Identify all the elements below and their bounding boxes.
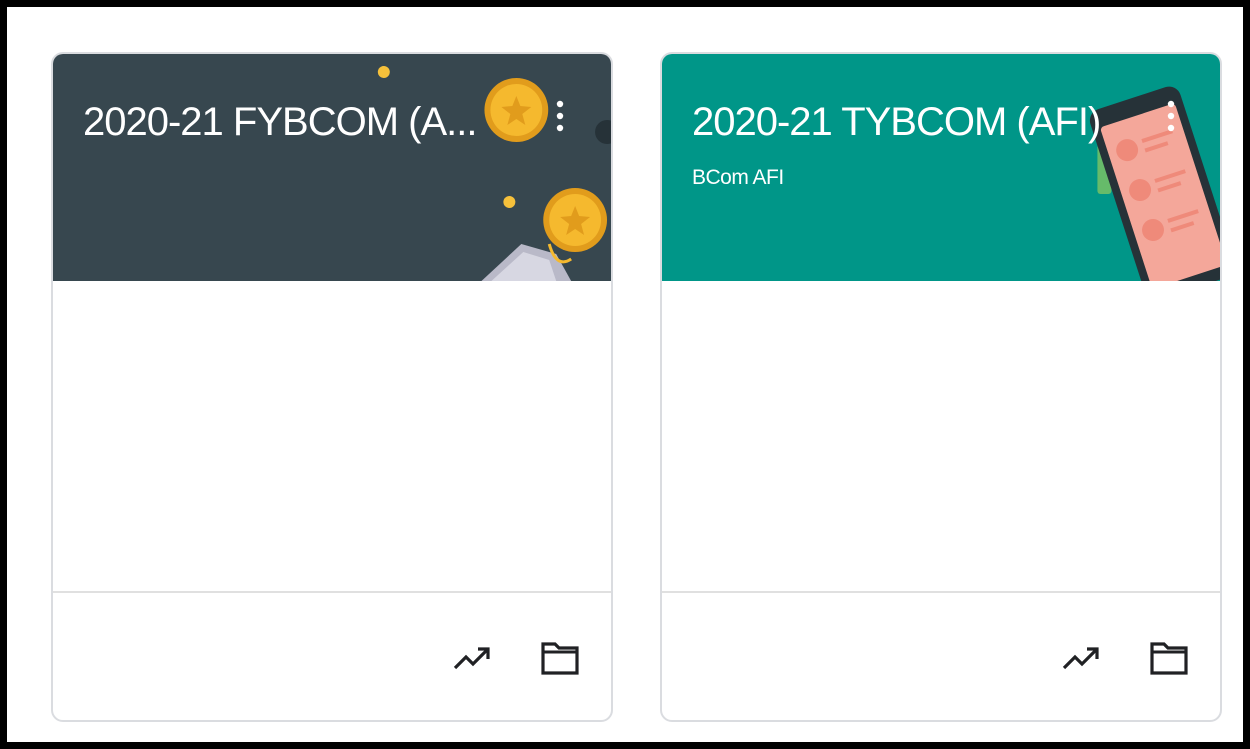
class-card-body — [53, 281, 611, 593]
trending-up-icon[interactable] — [1058, 635, 1104, 681]
screenshot-frame: 2020-21 FYBCOM (A... 2020-21 TYBCOM (AFI… — [0, 0, 1250, 749]
folder-icon[interactable] — [537, 635, 583, 681]
class-card-footer — [662, 593, 1220, 720]
folder-icon[interactable] — [1146, 635, 1192, 681]
class-card[interactable]: 2020-21 TYBCOM (AFI) BCom AFI — [660, 52, 1222, 722]
class-card[interactable]: 2020-21 FYBCOM (A... — [51, 52, 613, 722]
more-vert-icon[interactable] — [545, 94, 575, 138]
trending-up-icon[interactable] — [449, 635, 495, 681]
coins-illustration — [377, 66, 611, 281]
class-title[interactable]: 2020-21 FYBCOM (A... — [83, 92, 476, 152]
class-card-banner[interactable]: 2020-21 TYBCOM (AFI) BCom AFI — [662, 54, 1220, 281]
class-card-banner[interactable]: 2020-21 FYBCOM (A... — [53, 54, 611, 281]
class-card-body — [662, 281, 1220, 593]
class-title[interactable]: 2020-21 TYBCOM (AFI) — [692, 92, 1101, 152]
class-card-footer — [53, 593, 611, 720]
class-section: BCom AFI — [692, 166, 784, 189]
more-vert-icon[interactable] — [1156, 94, 1186, 138]
